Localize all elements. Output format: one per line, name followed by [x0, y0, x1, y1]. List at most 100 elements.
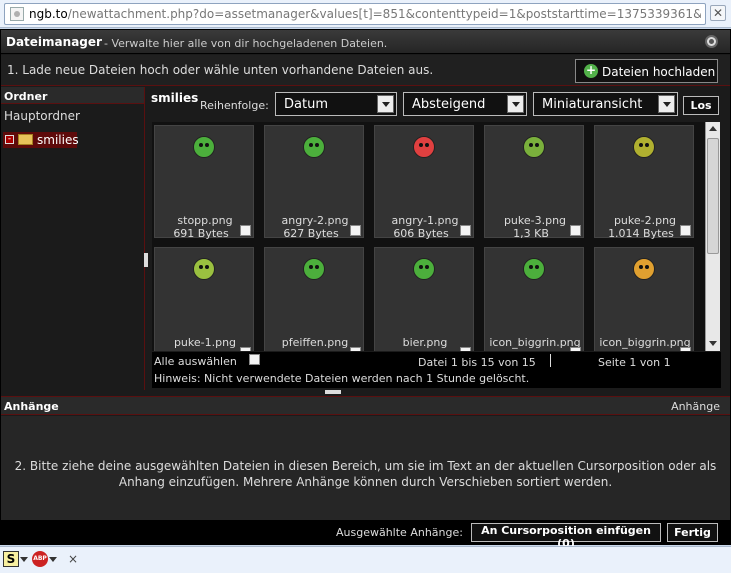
select-all-label: Alle auswählen	[154, 355, 237, 368]
footer-divider	[550, 354, 551, 367]
puke-smiley-icon	[193, 258, 215, 280]
angry-red-smiley-icon	[413, 136, 435, 158]
url-domain: ngb.to	[29, 7, 68, 21]
stop-hand-smiley-icon	[193, 136, 215, 158]
browser-statusbar: S ABP ×	[0, 546, 731, 573]
upload-bar: 1. Lade neue Dateien hoch oder wähle unt…	[1, 55, 730, 86]
scroll-down-icon[interactable]	[707, 337, 719, 351]
folder-open-icon	[18, 134, 33, 145]
file-tile[interactable]: pfeiffen.png	[264, 247, 364, 351]
select-all-checkbox[interactable]	[249, 354, 260, 365]
attachments-header: Anhänge Anhänge	[1, 396, 730, 415]
angry-green-smiley-icon	[303, 136, 325, 158]
url-field[interactable]: ngb.to/newattachment.php?do=assetmanager…	[4, 3, 706, 25]
folder-item-smilies[interactable]: - smilies	[3, 132, 79, 148]
biggrin-smiley-icon	[523, 258, 545, 280]
chevron-down-icon[interactable]	[49, 557, 57, 562]
file-tile[interactable]: puke-1.png	[154, 247, 254, 351]
file-size: 1.014 Bytes	[608, 227, 674, 240]
attachment-dropzone[interactable]: 2. Bitte ziehe deine ausgewählten Dateie…	[1, 416, 730, 520]
help-icon[interactable]	[705, 35, 718, 48]
file-select-checkbox[interactable]	[680, 225, 691, 236]
go-button[interactable]: Los	[683, 96, 719, 115]
file-tile[interactable]: angry-1.png 606 Bytes	[374, 125, 474, 240]
file-select-checkbox[interactable]	[240, 225, 251, 236]
file-tile[interactable]: puke-3.png 1,3 KB	[484, 125, 584, 240]
biggrin-smiley-icon	[633, 258, 655, 280]
attachments-link[interactable]: Anhänge	[671, 400, 720, 413]
file-select-checkbox[interactable]	[570, 225, 581, 236]
insert-at-cursor-button[interactable]: An Cursorposition einfügen (0)	[471, 523, 661, 550]
view-mode-value: Miniaturansicht	[542, 97, 643, 112]
site-favicon-icon	[10, 7, 24, 21]
sort-field-value: Datum	[284, 97, 328, 112]
file-size: 1,3 KB	[513, 227, 549, 240]
file-tile[interactable]: angry-2.png 627 Bytes	[264, 125, 364, 240]
upload-files-label: Dateien hochladen	[602, 65, 716, 79]
file-panel: smilies Reihenfolge: Datum Absteigend Mi…	[148, 87, 721, 390]
puke-smiley-icon	[523, 136, 545, 158]
sort-order-value: Absteigend	[412, 97, 486, 112]
selected-attachments-label: Ausgewählte Anhänge:	[336, 526, 463, 539]
url-path: /newattachment.php?do=assetmanager&value…	[67, 7, 701, 21]
file-size: 627 Bytes	[283, 227, 339, 240]
file-size: 691 Bytes	[173, 227, 229, 240]
file-manager-dialog: Dateimanager - Verwalte hier alle von di…	[0, 29, 731, 550]
file-size: 606 Bytes	[393, 227, 449, 240]
scroll-thumb[interactable]	[707, 138, 719, 254]
scroll-up-icon[interactable]	[707, 122, 719, 136]
file-tile[interactable]: icon_biggrin.png	[594, 247, 694, 351]
chevron-down-icon[interactable]	[658, 95, 675, 113]
s-addon-icon[interactable]: S	[3, 551, 19, 567]
chevron-down-icon[interactable]	[377, 95, 394, 113]
attachments-title: Anhänge	[4, 400, 59, 413]
file-select-checkbox[interactable]	[460, 225, 471, 236]
file-grid-scrollbar[interactable]	[705, 122, 720, 351]
done-button[interactable]: Fertig	[667, 523, 718, 542]
file-select-checkbox[interactable]	[350, 347, 361, 351]
collapse-toggle-icon[interactable]: -	[5, 135, 14, 144]
dialog-title: Dateimanager	[6, 35, 102, 49]
close-icon[interactable]: ×	[68, 552, 78, 566]
file-select-checkbox[interactable]	[570, 347, 581, 351]
current-folder-name: smilies	[151, 91, 199, 105]
file-select-checkbox[interactable]	[350, 225, 361, 236]
folder-panel-header: Ordner	[1, 87, 144, 104]
sort-field-select[interactable]: Datum	[275, 92, 397, 116]
file-select-checkbox[interactable]	[460, 347, 471, 351]
folder-panel: Ordner Hauptordner - smilies	[1, 87, 145, 390]
sort-order-select[interactable]: Absteigend	[403, 92, 527, 116]
puke-smiley-icon	[633, 136, 655, 158]
dialog-titlebar: Dateimanager - Verwalte hier alle von di…	[1, 30, 730, 54]
view-mode-select[interactable]: Miniaturansicht	[533, 92, 678, 116]
file-range: Datei 1 bis 15 von 15	[418, 356, 536, 369]
file-grid: stopp.png 691 Bytes angry-2.png 627 Byte…	[152, 122, 705, 351]
file-select-checkbox[interactable]	[680, 347, 691, 351]
dialog-subtitle: - Verwalte hier alle von dir hochgeladen…	[104, 37, 388, 50]
chevron-down-icon[interactable]	[20, 557, 28, 562]
dropzone-instruction: 2. Bitte ziehe deine ausgewählten Dateie…	[14, 459, 717, 489]
url-text: ngb.to/newattachment.php?do=assetmanager…	[29, 7, 701, 21]
sort-label: Reihenfolge:	[200, 99, 269, 112]
whistle-smiley-icon	[303, 258, 325, 280]
beer-smiley-icon	[413, 258, 435, 280]
upload-files-button[interactable]: + Dateien hochladen	[575, 59, 718, 83]
adblock-plus-icon[interactable]: ABP	[32, 551, 48, 567]
file-tile[interactable]: icon_biggrin.png	[484, 247, 584, 351]
plus-circle-icon: +	[584, 63, 598, 78]
file-tile[interactable]: stopp.png 691 Bytes	[154, 125, 254, 240]
file-tile[interactable]: puke-2.png 1.014 Bytes	[594, 125, 694, 240]
folder-root[interactable]: Hauptordner	[1, 104, 144, 123]
chevron-down-icon[interactable]	[507, 95, 524, 113]
file-select-checkbox[interactable]	[240, 347, 251, 351]
file-tile[interactable]: bier.png	[374, 247, 474, 351]
horizontal-splitter-handle[interactable]	[325, 390, 341, 394]
step1-instruction: 1. Lade neue Dateien hoch oder wähle unt…	[7, 63, 434, 77]
attachments-footer: Ausgewählte Anhänge: An Cursorposition e…	[1, 520, 730, 550]
cleanup-hint: Hinweis: Nicht verwendete Dateien werden…	[154, 372, 530, 385]
folder-item-label: smilies	[37, 133, 79, 147]
address-bar: ngb.to/newattachment.php?do=assetmanager…	[0, 0, 731, 28]
page-info: Seite 1 von 1	[598, 356, 671, 369]
file-panel-footer: Alle auswählen Datei 1 bis 15 von 15 Sei…	[152, 352, 721, 388]
close-window-icon[interactable]: ✕	[710, 5, 726, 21]
